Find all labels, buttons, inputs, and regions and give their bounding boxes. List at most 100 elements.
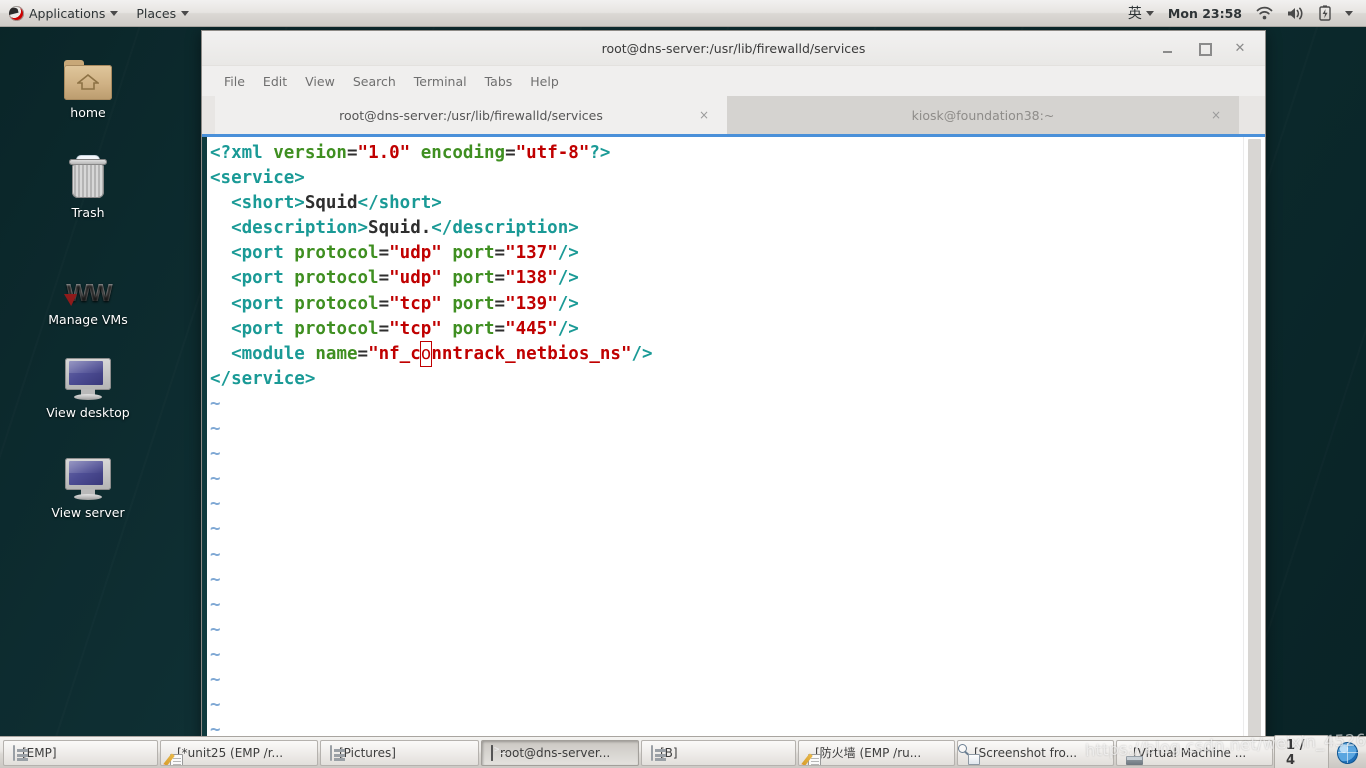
tab-kiosk-foundation38[interactable]: kiosk@foundation38:~ × [727, 96, 1239, 134]
file-manager-icon [651, 744, 653, 761]
editor-token [210, 243, 231, 263]
taskbar-item-3[interactable]: root@dns-server... [481, 739, 639, 766]
terminal-icon [491, 744, 493, 761]
vim-empty-line-marker: ~ [210, 569, 221, 590]
menu-edit[interactable]: Edit [254, 71, 296, 92]
taskbar-item-label: [防火墙 (EMP /ru... [815, 746, 922, 760]
scrollbar-thumb[interactable] [1248, 139, 1261, 739]
clock[interactable]: Mon 23:58 [1162, 6, 1248, 21]
menu-tabs[interactable]: Tabs [476, 71, 522, 92]
editor-token: <port [231, 293, 295, 314]
editor-token: = [494, 318, 506, 339]
input-method-indicator[interactable]: 英 [1122, 0, 1160, 27]
close-button[interactable]: ✕ [1233, 41, 1247, 56]
vim-empty-line-marker: ~ [210, 393, 221, 414]
desktop-icon-label: View server [51, 505, 125, 520]
maximize-button[interactable] [1197, 41, 1212, 56]
editor-token: encoding [420, 143, 506, 163]
taskbar-item-label: [Virtual Machine ... [1133, 745, 1247, 760]
editor-content[interactable]: <?xml version="1.0" encoding="utf-8"?> <s… [207, 137, 1243, 739]
text-cursor: o [419, 340, 432, 367]
editor-token: <service> [210, 168, 305, 189]
desktop-icon-label: Manage VMs [48, 312, 128, 327]
trash-icon [30, 148, 146, 200]
terminal-scrollbar[interactable] [1243, 137, 1265, 739]
editor-token: <port [231, 268, 295, 289]
tab-label: kiosk@foundation38:~ [911, 107, 1055, 123]
vim-empty-line-marker: ~ [210, 444, 221, 465]
editor-token: "137" [505, 243, 558, 264]
editor-token: = [378, 293, 390, 314]
workspace-count[interactable]: 1 / 4 [1274, 734, 1329, 768]
menu-view[interactable]: View [296, 71, 344, 92]
editor-line: <port protocol="udp" port="138"/> [210, 266, 1243, 291]
editor-token: port [452, 318, 495, 339]
editor-token: = [505, 143, 516, 163]
editor-token: </short> [357, 193, 442, 214]
desktop-icon-trash[interactable]: Trash [30, 148, 146, 220]
editor-token: "445" [505, 318, 558, 339]
editor-line: <short>Squid</short> [210, 191, 1243, 216]
desktop-icon-view-desktop[interactable]: View desktop [30, 348, 146, 420]
editor-token: = [494, 243, 506, 264]
taskbar: [EMP] [*unit25 (EMP /r... [Pictures] root@d… [0, 734, 1366, 768]
editor-token: "udp" [389, 268, 442, 289]
editor-token: <port [231, 318, 295, 339]
editor-token: "1.0" [357, 143, 411, 163]
window-titlebar[interactable]: root@dns-server:/usr/lib/firewalld/servi… [202, 31, 1265, 66]
desktop-icon-label: Trash [71, 205, 105, 220]
minimize-button[interactable] [1161, 41, 1175, 55]
vim-empty-line-marker: ~ [210, 519, 221, 540]
wifi-icon[interactable] [1250, 0, 1279, 27]
menu-help[interactable]: Help [521, 71, 568, 92]
editor-token: <module [231, 343, 316, 364]
tab-close-icon[interactable]: × [1211, 108, 1221, 122]
system-tray: 英 Mon 23:58 [1122, 0, 1366, 27]
taskbar-item-5[interactable]: [防火墙 (EMP /ru... [798, 739, 955, 766]
taskbar-item-label: [Pictures] [339, 745, 396, 760]
editor-token [210, 268, 231, 288]
desktop-icon-manage-vms[interactable]: WW Manage VMs [30, 255, 146, 327]
menu-file[interactable]: File [215, 71, 254, 92]
editor-token: </description> [431, 218, 579, 239]
editor-token: protocol [294, 293, 379, 314]
taskbar-item-label: [*unit25 (EMP /r... [177, 745, 284, 760]
tab-close-icon[interactable]: × [699, 108, 709, 122]
editor-token: name [315, 343, 358, 364]
taskbar-item-4[interactable]: [B] [641, 739, 796, 766]
vim-empty-line-marker: ~ [210, 469, 221, 490]
terminal-body[interactable]: <?xml version="1.0" encoding="utf-8"?> <s… [202, 137, 1265, 739]
taskbar-item-7[interactable]: [Virtual Machine ... [1116, 739, 1273, 766]
editor-line: <module name="nf_conntrack_netbios_ns"/> [210, 340, 1243, 367]
desktop-icon-label: home [70, 105, 106, 120]
tab-bar: root@dns-server:/usr/lib/firewalld/servi… [202, 96, 1265, 134]
editor-token [410, 143, 421, 163]
editor-token: /> [631, 343, 653, 364]
editor-token: "tcp" [389, 293, 442, 314]
taskbar-item-label: root@dns-server... [500, 745, 611, 760]
applications-menu[interactable]: Applications [0, 0, 127, 27]
desktop-icon-view-server[interactable]: View server [30, 448, 146, 520]
editor-token [442, 294, 453, 314]
menu-terminal[interactable]: Terminal [405, 71, 476, 92]
taskbar-item-1[interactable]: [*unit25 (EMP /r... [160, 739, 318, 766]
tab-root-dns-server[interactable]: root@dns-server:/usr/lib/firewalld/servi… [215, 96, 727, 134]
volume-icon[interactable] [1281, 0, 1311, 27]
window-controls: ✕ [1161, 41, 1265, 56]
places-menu[interactable]: Places [127, 0, 198, 27]
editor-token: <port [231, 243, 295, 264]
taskbar-item-6[interactable]: [Screenshot fro... [957, 739, 1114, 766]
taskbar-item-0[interactable]: [EMP] [3, 739, 158, 766]
menu-bar: File Edit View Search Terminal Tabs Help [202, 66, 1265, 96]
editor-token: ?> [589, 143, 611, 163]
desktop-icon-home[interactable]: home [30, 48, 146, 120]
network-globe-icon[interactable] [1336, 741, 1358, 764]
editor-token: <?xml [210, 143, 274, 163]
taskbar-item-2[interactable]: [Pictures] [320, 739, 479, 766]
battery-icon[interactable] [1313, 0, 1337, 27]
editor-token [210, 344, 231, 364]
chevron-down-icon [110, 10, 119, 16]
system-menu-button[interactable] [1339, 0, 1359, 27]
input-method-label: 英 [1127, 6, 1142, 22]
menu-search[interactable]: Search [344, 71, 405, 92]
